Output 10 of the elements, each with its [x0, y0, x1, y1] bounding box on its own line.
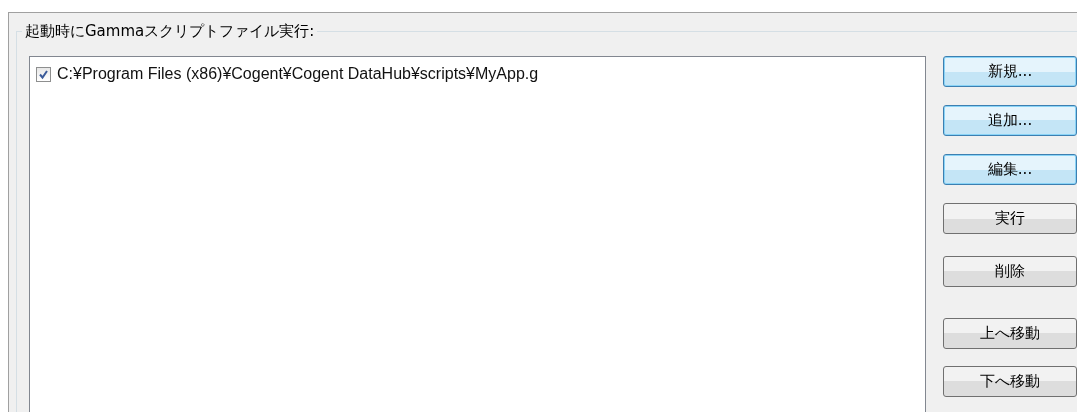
script-path[interactable]: C:¥Program Files (x86)¥Cogent¥Cogent DataHub¥scripts¥MyApp.g [57, 65, 539, 83]
group-title: 起動時にGammaスクリプトファイル実行: [22, 21, 318, 41]
action-button[interactable]: 追加... [943, 105, 1077, 136]
action-button[interactable]: 編集... [943, 154, 1077, 185]
action-button[interactable]: 新規... [943, 56, 1077, 87]
action-button[interactable]: 削除 [943, 256, 1077, 287]
action-button[interactable]: 実行 [943, 203, 1077, 234]
action-button[interactable]: 上へ移動 [943, 318, 1077, 349]
action-button[interactable]: 下へ移動 [943, 366, 1077, 397]
checkbox[interactable] [36, 66, 51, 82]
